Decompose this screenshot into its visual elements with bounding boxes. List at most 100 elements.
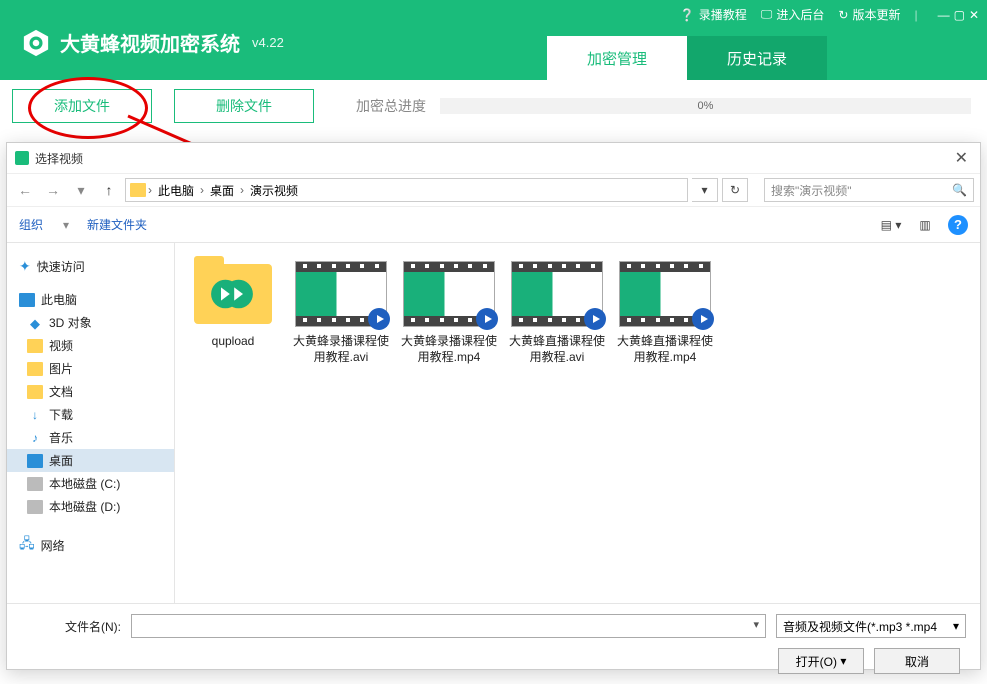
sidebar-item-label: 本地磁盘 (D:): [49, 498, 120, 515]
sidebar-item[interactable]: ↓ 下载: [7, 403, 174, 426]
new-folder-button[interactable]: 新建文件夹: [87, 216, 147, 233]
dialog-close-button[interactable]: ✕: [951, 148, 972, 168]
sidebar-item-label: 3D 对象: [49, 314, 92, 331]
dialog-titlebar: 选择视频 ✕: [7, 143, 980, 173]
video-file-item[interactable]: 大黄蜂录播课程使用教程.avi: [293, 261, 389, 365]
filename-label: 文件名(N):: [21, 618, 121, 635]
file-thumbnail: [403, 261, 495, 327]
monitor-icon: 🖵: [761, 7, 773, 22]
help-icon: ❔: [680, 8, 695, 22]
file-thumbnail: [619, 261, 711, 327]
sidebar-item[interactable]: 本地磁盘 (D:): [7, 495, 174, 518]
folder-icon: [130, 183, 146, 197]
sidebar-item-label: 下载: [49, 406, 73, 423]
maximize-button[interactable]: ▢: [954, 8, 965, 22]
app-header: ❔录播教程 🖵进入后台 ↻版本更新 | — ▢ ✕ 大黄蜂视频加密系统 v4.2…: [0, 0, 987, 80]
header-tabs: 加密管理 历史记录: [547, 36, 827, 80]
filename-input[interactable]: [131, 614, 766, 638]
breadcrumb-item[interactable]: 演示视频: [246, 180, 302, 201]
minimize-button[interactable]: —: [938, 8, 950, 22]
app-title: 大黄蜂视频加密系统: [60, 28, 240, 57]
header-top-links: ❔录播教程 🖵进入后台 ↻版本更新 | — ▢ ✕: [680, 6, 979, 23]
sidebar-item[interactable]: 本地磁盘 (C:): [7, 472, 174, 495]
sidebar-item[interactable]: 桌面: [7, 449, 174, 472]
file-thumbnail: [511, 261, 603, 327]
dialog-body: ✦快速访问 此电脑 ◆ 3D 对象视频图片文档 ↓ 下载 ♪ 音乐桌面本地磁盘 (C:) 本…: [7, 243, 980, 603]
sidebar-this-pc[interactable]: 此电脑: [7, 288, 174, 311]
file-name: 大黄蜂直播课程使用教程.mp4: [617, 333, 713, 365]
tab-encrypt[interactable]: 加密管理: [547, 36, 687, 80]
divider: |: [914, 8, 917, 22]
sidebar-item[interactable]: 视频: [7, 334, 174, 357]
cancel-button[interactable]: 取消: [874, 648, 960, 674]
nav-back-button[interactable]: ←: [13, 178, 37, 202]
add-file-button[interactable]: 添加文件: [12, 89, 152, 123]
dialog-nav: ← → ▾ ↑ › 此电脑 › 桌面 › 演示视频 ▾ ↻ 搜索"演示视频" 🔍: [7, 173, 980, 207]
close-button[interactable]: ✕: [969, 8, 979, 22]
sidebar-item-icon: ◆: [27, 316, 43, 330]
nav-dropdown-button[interactable]: ▾: [692, 178, 718, 202]
progress-label: 加密总进度: [356, 96, 426, 116]
app-logo-block: 大黄蜂视频加密系统 v4.22: [22, 28, 284, 57]
monitor-icon: [19, 293, 35, 307]
tutorial-link[interactable]: ❔录播教程: [680, 6, 747, 23]
chevron-down-icon: ▾: [953, 619, 959, 633]
sidebar-quick-access[interactable]: ✦快速访问: [7, 255, 174, 278]
filetype-select[interactable]: 音频及视频文件(*.mp3 *.mp4▾: [776, 614, 966, 638]
view-mode-button[interactable]: ▤ ▾: [876, 213, 906, 237]
dialog-sidebar: ✦快速访问 此电脑 ◆ 3D 对象视频图片文档 ↓ 下载 ♪ 音乐桌面本地磁盘 (C:) 本…: [7, 243, 175, 603]
search-input[interactable]: 搜索"演示视频" 🔍: [764, 178, 974, 202]
sidebar-item-label: 图片: [49, 360, 73, 377]
folder-item[interactable]: qupload: [185, 261, 281, 365]
sidebar-item[interactable]: ♪ 音乐: [7, 426, 174, 449]
video-file-item[interactable]: 大黄蜂直播课程使用教程.mp4: [617, 261, 713, 365]
dialog-title: 选择视频: [35, 150, 83, 167]
open-button[interactable]: 打开(O) ▾: [778, 648, 864, 674]
breadcrumb-item[interactable]: 此电脑: [154, 180, 198, 201]
sidebar-item[interactable]: 文档: [7, 380, 174, 403]
nav-refresh-button[interactable]: ↻: [722, 178, 748, 202]
file-name: 大黄蜂直播课程使用教程.avi: [509, 333, 605, 365]
sidebar-item[interactable]: 图片: [7, 357, 174, 380]
organize-menu[interactable]: 组织: [19, 216, 43, 233]
file-name: 大黄蜂录播课程使用教程.avi: [293, 333, 389, 365]
app-version: v4.22: [252, 35, 284, 50]
search-placeholder: 搜索"演示视频": [771, 182, 852, 199]
progress-value: 0%: [698, 100, 714, 112]
tab-history[interactable]: 历史记录: [687, 36, 827, 80]
toolbar-row: 添加文件 删除文件 加密总进度 0%: [0, 80, 987, 132]
file-name: 大黄蜂录播课程使用教程.mp4: [401, 333, 497, 365]
logo-icon: [22, 29, 50, 57]
nav-forward-button[interactable]: →: [41, 178, 65, 202]
sidebar-item-icon: [27, 339, 43, 353]
nav-up-button[interactable]: ↑: [97, 178, 121, 202]
help-button[interactable]: ?: [948, 215, 968, 235]
sidebar-item[interactable]: ◆ 3D 对象: [7, 311, 174, 334]
backend-link[interactable]: 🖵进入后台: [761, 6, 825, 23]
file-area[interactable]: qupload 大黄蜂录播课程使用教程.avi 大黄蜂录播课程使用教程.mp4 大黄蜂…: [175, 243, 980, 603]
preview-pane-button[interactable]: ▥: [910, 213, 940, 237]
nav-recent-button[interactable]: ▾: [69, 178, 93, 202]
video-file-item[interactable]: 大黄蜂直播课程使用教程.avi: [509, 261, 605, 365]
delete-file-button[interactable]: 删除文件: [174, 89, 314, 123]
sidebar-item-label: 音乐: [49, 429, 73, 446]
video-file-item[interactable]: 大黄蜂录播课程使用教程.mp4: [401, 261, 497, 365]
sidebar-item-label: 桌面: [49, 452, 73, 469]
network-icon: 🖧: [19, 533, 35, 557]
sidebar-network[interactable]: 🖧网络: [7, 530, 174, 560]
sidebar-item-icon: [27, 454, 43, 468]
dialog-footer: 文件名(N): 音频及视频文件(*.mp3 *.mp4▾ 打开(O) ▾ 取消: [7, 603, 980, 684]
sidebar-item-icon: ↓: [27, 408, 43, 422]
breadcrumb[interactable]: › 此电脑 › 桌面 › 演示视频: [125, 178, 688, 202]
refresh-icon: ↻: [838, 8, 848, 22]
file-thumbnail: [295, 261, 387, 327]
sidebar-item-label: 本地磁盘 (C:): [49, 475, 120, 492]
star-icon: ✦: [19, 258, 31, 275]
breadcrumb-item[interactable]: 桌面: [206, 180, 238, 201]
sidebar-item-icon: ♪: [27, 431, 43, 445]
file-name: qupload: [212, 333, 255, 349]
sidebar-item-label: 文档: [49, 383, 73, 400]
update-link[interactable]: ↻版本更新: [838, 6, 900, 23]
file-thumbnail: [187, 261, 279, 327]
progress-bar: 0%: [440, 98, 971, 114]
